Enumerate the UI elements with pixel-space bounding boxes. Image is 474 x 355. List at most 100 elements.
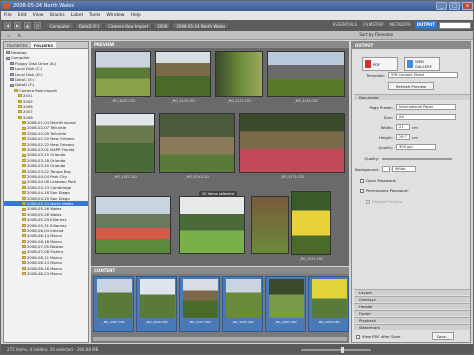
preview-image[interactable] [95, 113, 155, 173]
menu-window[interactable]: Window [106, 13, 124, 18]
template-select[interactable]: 5*8 Contact Sheet [388, 72, 458, 78]
close-button[interactable]: x [462, 2, 473, 10]
menu-label[interactable]: Label [71, 13, 83, 18]
web-gallery-button[interactable]: WEB GALLERY [404, 57, 440, 71]
preview-image[interactable] [95, 196, 171, 254]
permissions-password-checkbox[interactable] [360, 188, 364, 193]
pdf-icon [365, 60, 371, 68]
thumbnail[interactable]: _MG_4200.CR2 [308, 276, 349, 332]
folder-icon [22, 126, 26, 130]
breadcrumb-north-wales[interactable]: 2008-05-24 North Wales [172, 22, 230, 29]
folder-up-icon[interactable]: ▲ [24, 22, 31, 29]
output-header: OUTPUT [352, 42, 470, 49]
document-section[interactable]: Document [354, 94, 470, 100]
breadcrumb-computer[interactable]: Computer [46, 22, 74, 29]
folder-icon [22, 148, 26, 152]
playback-section[interactable]: Playback [354, 317, 470, 323]
workspace-switcher: ESSENTIALS FILMSTRIP METADATA OUTPUT [331, 21, 437, 29]
forward-icon[interactable]: ▶ [14, 22, 21, 29]
preview-image[interactable] [267, 51, 345, 97]
content-scrollbar[interactable] [93, 337, 347, 341]
menu-tools[interactable]: Tools [89, 13, 100, 18]
thumbnail[interactable]: _MG_4187.CR2 [265, 276, 306, 332]
menu-file[interactable]: File [4, 13, 12, 18]
preview-image[interactable] [179, 196, 245, 254]
refresh-preview-button[interactable]: Refresh Preview [388, 82, 434, 90]
pdf-button[interactable]: PDF [362, 57, 398, 71]
height-input[interactable]: 29.7 [396, 134, 410, 140]
recent-icon[interactable]: ◷ [34, 22, 41, 29]
thumbnail[interactable]: _MG_4127.CR2 [179, 276, 220, 332]
menu-edit[interactable]: Edit [18, 13, 27, 18]
preview-header: PREVIEW [91, 41, 349, 48]
bridge-window: 2008-05-24 North Wales _ □ x File Edit V… [0, 0, 474, 355]
drive-icon [10, 67, 14, 71]
menu-view[interactable]: View [33, 13, 44, 18]
drive-icon [10, 78, 14, 82]
preview-image[interactable] [291, 191, 331, 255]
save-button[interactable]: Save... [432, 332, 454, 340]
menu-stacks[interactable]: Stacks [50, 13, 65, 18]
tree-item[interactable]: 2008-08-23 Marco [4, 271, 88, 276]
layout-section[interactable]: Layout [354, 289, 470, 295]
folder-icon [22, 207, 26, 211]
page-preset-select[interactable]: International Paper [396, 104, 456, 110]
background-color-swatch[interactable] [382, 166, 390, 172]
view-pdf-checkbox[interactable] [356, 334, 360, 339]
bridge-app-icon [3, 3, 10, 9]
background-select[interactable]: White [392, 166, 416, 172]
folder-icon [14, 88, 18, 92]
workspace-metadata[interactable]: METADATA [388, 21, 413, 29]
breadcrumb-datad[interactable]: DataD (F:) [74, 22, 104, 29]
quality-select[interactable]: 300 ppi [396, 144, 436, 150]
height-row: Height: 29.7 cm [379, 134, 418, 140]
preview-image[interactable] [239, 113, 345, 173]
width-row: Width: 21 cm [380, 124, 418, 130]
folder-icon [22, 164, 26, 168]
thumbnail[interactable]: _MG_4109.CR2 [136, 276, 177, 332]
header-section[interactable]: Header [354, 303, 470, 309]
rotate-icon[interactable]: ↻ [16, 33, 23, 38]
width-input[interactable]: 21 [396, 124, 410, 130]
thumbnail[interactable]: _MG_4163.CR2 [222, 276, 263, 332]
thumbnail[interactable]: _MG_4087.CR2 [93, 276, 134, 332]
preview-image[interactable] [159, 113, 235, 173]
quality-slider[interactable] [382, 157, 452, 160]
folder-icon [22, 169, 26, 173]
drive-icon [10, 72, 14, 76]
workspace-filmstrip[interactable]: FILMSTRIP [361, 21, 386, 29]
drive-icon [10, 83, 14, 87]
folder-icon [22, 202, 26, 206]
breadcrumb-2008[interactable]: 2008 [153, 22, 172, 29]
workspace-essentials[interactable]: ESSENTIALS [331, 21, 359, 29]
search-input[interactable] [439, 22, 471, 29]
star-icon[interactable]: ☆ [5, 33, 13, 38]
slider-knob[interactable] [341, 347, 344, 353]
drive-icon [6, 51, 10, 55]
overlays-section[interactable]: Overlays [354, 296, 470, 302]
folder-icon [22, 223, 26, 227]
watermark-section[interactable]: Watermark [354, 324, 470, 330]
preview-image[interactable] [155, 51, 211, 97]
disable-printing-row: Disable Printing [366, 199, 402, 204]
disable-printing-checkbox[interactable] [366, 199, 370, 204]
maximize-button[interactable]: □ [449, 2, 460, 10]
back-icon[interactable]: ◀ [4, 22, 11, 29]
preview-image[interactable] [95, 51, 151, 97]
preview-image[interactable] [251, 196, 289, 254]
footer-section[interactable]: Footer [354, 310, 470, 316]
size-select[interactable]: A4 [396, 114, 456, 120]
folder-icon [18, 99, 22, 103]
folder-icon [22, 121, 26, 125]
menu-help[interactable]: Help [130, 13, 140, 18]
drive-icon [6, 56, 10, 60]
preview-image[interactable] [215, 51, 263, 97]
breadcrumb-camera-raw[interactable]: Camera Raw Import [104, 22, 153, 29]
thumbnail-size-slider[interactable] [301, 347, 371, 353]
sort-dropdown[interactable]: Sort by Filename [359, 32, 393, 37]
minimize-button[interactable]: _ [436, 2, 447, 10]
tab-folders[interactable]: FOLDERS [30, 42, 57, 48]
workspace-output[interactable]: OUTPUT [414, 21, 437, 29]
tab-favorites[interactable]: FAVORITES [4, 42, 31, 48]
open-password-checkbox[interactable] [360, 178, 364, 183]
